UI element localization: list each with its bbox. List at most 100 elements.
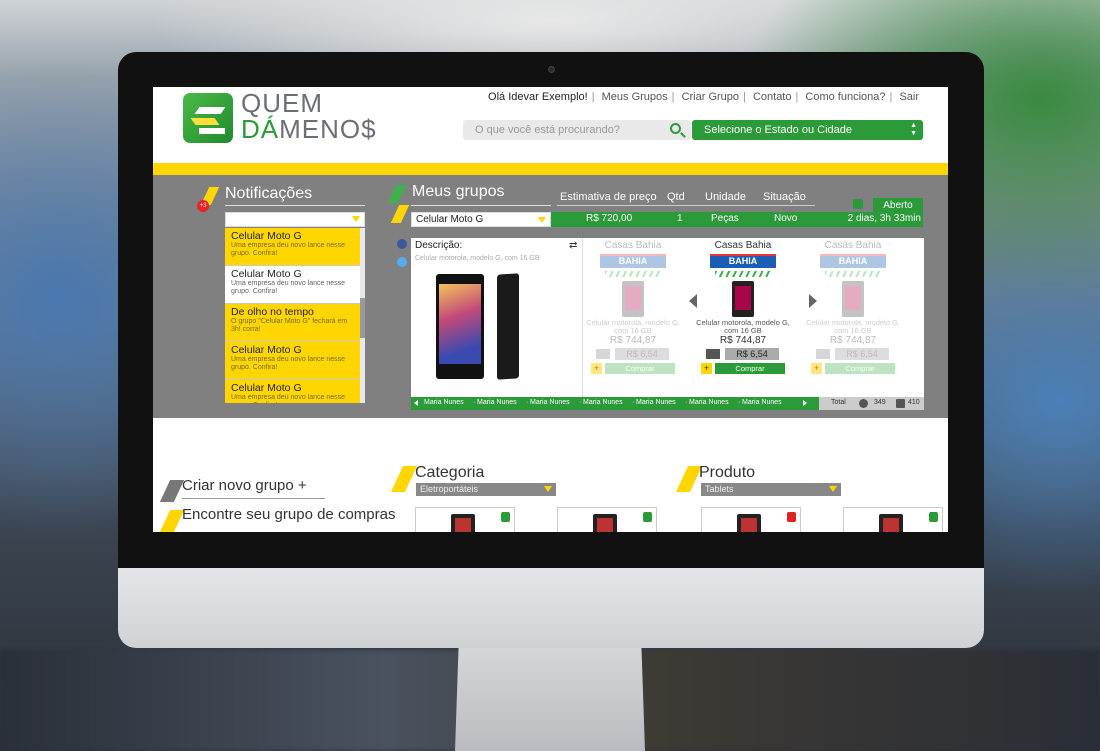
- member-name[interactable]: Maria Nunes: [583, 399, 623, 406]
- nav-como-funciona[interactable]: Como funciona?: [805, 91, 885, 103]
- group-card[interactable]: [843, 507, 943, 532]
- offer-price: R$ 744,87: [719, 335, 767, 346]
- group-detail-panel: Descrição: ⇄ Celular motorola, modelo G,…: [411, 238, 924, 401]
- create-underline: [182, 498, 325, 499]
- category-select-value: Eletroportáteis: [420, 484, 479, 494]
- nav-meus-grupos[interactable]: Meus Grupos: [602, 91, 668, 103]
- notification-title: Celular Moto G: [231, 230, 302, 242]
- shipping-value: R$ 6,54: [835, 348, 889, 360]
- plus-icon[interactable]: +: [591, 363, 602, 374]
- lock-icon: [787, 512, 796, 522]
- twitter-icon[interactable]: [397, 257, 407, 267]
- store-name: Casas Bahia: [824, 240, 882, 251]
- create-group-link[interactable]: Criar novo grupo +: [182, 477, 307, 494]
- offer-product: Celular motorola, modelo G, com 16 GB: [806, 318, 900, 335]
- logo-icon[interactable]: [183, 93, 233, 143]
- group-card[interactable]: [701, 507, 801, 532]
- group-select[interactable]: Celular Moto G: [411, 212, 551, 227]
- shipping: R$ 6,54: [593, 348, 673, 360]
- state-select[interactable]: Selecione o Estado ou Cidade ▲ ▼: [692, 120, 923, 140]
- member-name[interactable]: Maria Nunes: [742, 399, 782, 406]
- create-flag-icon: [159, 480, 185, 502]
- groups-flag-icon: [387, 185, 407, 203]
- member-name[interactable]: Maria Nunes: [477, 399, 517, 406]
- offer-card[interactable]: Casas Bahia BAHIA Celular motorola, modelo…: [583, 238, 683, 401]
- search-input[interactable]: O que você está procurando?: [463, 120, 691, 140]
- buy-row: + Comprar: [591, 363, 675, 374]
- notification-item[interactable]: Celular Moto G Uma empresa deu novo lance…: [225, 266, 360, 304]
- ticker-separator: ·: [579, 399, 582, 406]
- nav-sair[interactable]: Sair: [899, 91, 919, 103]
- plus-icon[interactable]: +: [811, 363, 822, 374]
- buy-button[interactable]: Comprar: [715, 363, 785, 374]
- product-title: Produto: [699, 464, 756, 481]
- notification-item[interactable]: Celular Moto G Uma empresa deu novo lance…: [225, 380, 360, 403]
- phone-thumbnail: [879, 514, 903, 532]
- search-placeholder: O que você está procurando?: [475, 124, 620, 136]
- search-icon[interactable]: [670, 123, 681, 134]
- notification-item[interactable]: De olho no tempo O grupo "Celular Moto G"…: [225, 304, 360, 342]
- group-card[interactable]: [415, 507, 515, 532]
- notification-desc: Uma empresa deu novo lance nesse grupo. …: [231, 280, 346, 295]
- logo-text[interactable]: QUEM DÁMENO$: [241, 90, 377, 142]
- member-name[interactable]: Maria Nunes: [636, 399, 676, 406]
- facebook-icon[interactable]: [397, 239, 407, 249]
- store-logo: BAHIA: [600, 254, 666, 268]
- group-summary-row[interactable]: R$ 720,00 1 Peças Novo 2 dias, 3h 33min: [551, 212, 923, 227]
- monitor: QUEM DÁMENO$ Olá Idevar Exemplo! | Meus G…: [118, 52, 984, 648]
- refresh-icon[interactable]: ⇄: [569, 240, 577, 251]
- notification-item[interactable]: Celular Moto G Uma empresa deu novo lance…: [225, 228, 360, 266]
- product-select-value: Tablets: [705, 484, 734, 494]
- plus-icon[interactable]: +: [701, 363, 712, 374]
- category-title: Categoria: [415, 464, 485, 481]
- buy-row: + Comprar: [811, 363, 895, 374]
- offer-product: Celular motorola, modelo G, com 16 GB: [696, 318, 790, 335]
- row-time-left: 2 dias, 3h 33min: [847, 213, 921, 224]
- chevron-down-icon: [538, 217, 546, 223]
- member-name[interactable]: Maria Nunes: [424, 399, 464, 406]
- header: QUEM DÁMENO$ Olá Idevar Exemplo! | Meus G…: [153, 87, 948, 163]
- ticker-separator: ·: [685, 399, 688, 406]
- row-situation: Novo: [774, 213, 798, 224]
- rating-icon: [715, 271, 771, 277]
- notification-title: Celular Moto G: [231, 344, 302, 356]
- ticker-left-icon[interactable]: [414, 400, 418, 406]
- notifications-list[interactable]: Celular Moto G Uma empresa deu novo lance…: [225, 228, 360, 403]
- nav-criar-grupo[interactable]: Criar Grupo: [682, 91, 739, 103]
- notifications-filter-select[interactable]: [225, 212, 365, 227]
- store-name: Casas Bahia: [604, 240, 662, 251]
- notification-count-badge: +3: [197, 200, 209, 212]
- nav-contato[interactable]: Contato: [753, 91, 792, 103]
- category-select[interactable]: Eletroportáteis: [416, 483, 556, 496]
- status-badge: Aberto: [873, 198, 923, 213]
- store-logo: BAHIA: [820, 254, 886, 268]
- phone-thumbnail: [732, 281, 754, 317]
- notification-item[interactable]: Celular Moto G Uma empresa deu novo lance…: [225, 342, 360, 380]
- col-unidade: Unidade: [705, 191, 746, 203]
- scrollbar-thumb[interactable]: [360, 298, 365, 338]
- chevron-down-icon: [352, 216, 360, 222]
- chevron-down-icon: [544, 486, 552, 492]
- shipping-value: R$ 6,54: [725, 348, 779, 360]
- buy-button[interactable]: Comprar: [825, 363, 895, 374]
- member-name[interactable]: Maria Nunes: [530, 399, 570, 406]
- truck-icon: [816, 349, 830, 359]
- notifications-underline: [225, 205, 365, 206]
- ticker-right-icon[interactable]: [803, 400, 807, 406]
- member-name[interactable]: Maria Nunes: [689, 399, 729, 406]
- logo-line1: QUEM: [241, 88, 323, 118]
- offer-price: R$ 744,87: [609, 335, 657, 346]
- notifications-scrollbar[interactable]: [360, 228, 365, 403]
- top-navigation: Olá Idevar Exemplo! | Meus Grupos | Criar …: [488, 91, 919, 103]
- category-flag-icon: [390, 466, 418, 492]
- notification-title: Celular Moto G: [231, 268, 302, 280]
- offer-card[interactable]: Casas Bahia BAHIA Celular motorola, modelo…: [803, 238, 903, 401]
- group-card[interactable]: [557, 507, 657, 532]
- buy-button[interactable]: Comprar: [605, 363, 675, 374]
- unlock-icon: [853, 199, 863, 209]
- ticker-separator: ·: [473, 399, 476, 406]
- offer-card[interactable]: Casas Bahia BAHIA Celular motorola, modelo…: [693, 238, 793, 401]
- product-select[interactable]: Tablets: [701, 483, 841, 496]
- ticker-separator: ·: [526, 399, 529, 406]
- find-flag-icon: [159, 510, 185, 532]
